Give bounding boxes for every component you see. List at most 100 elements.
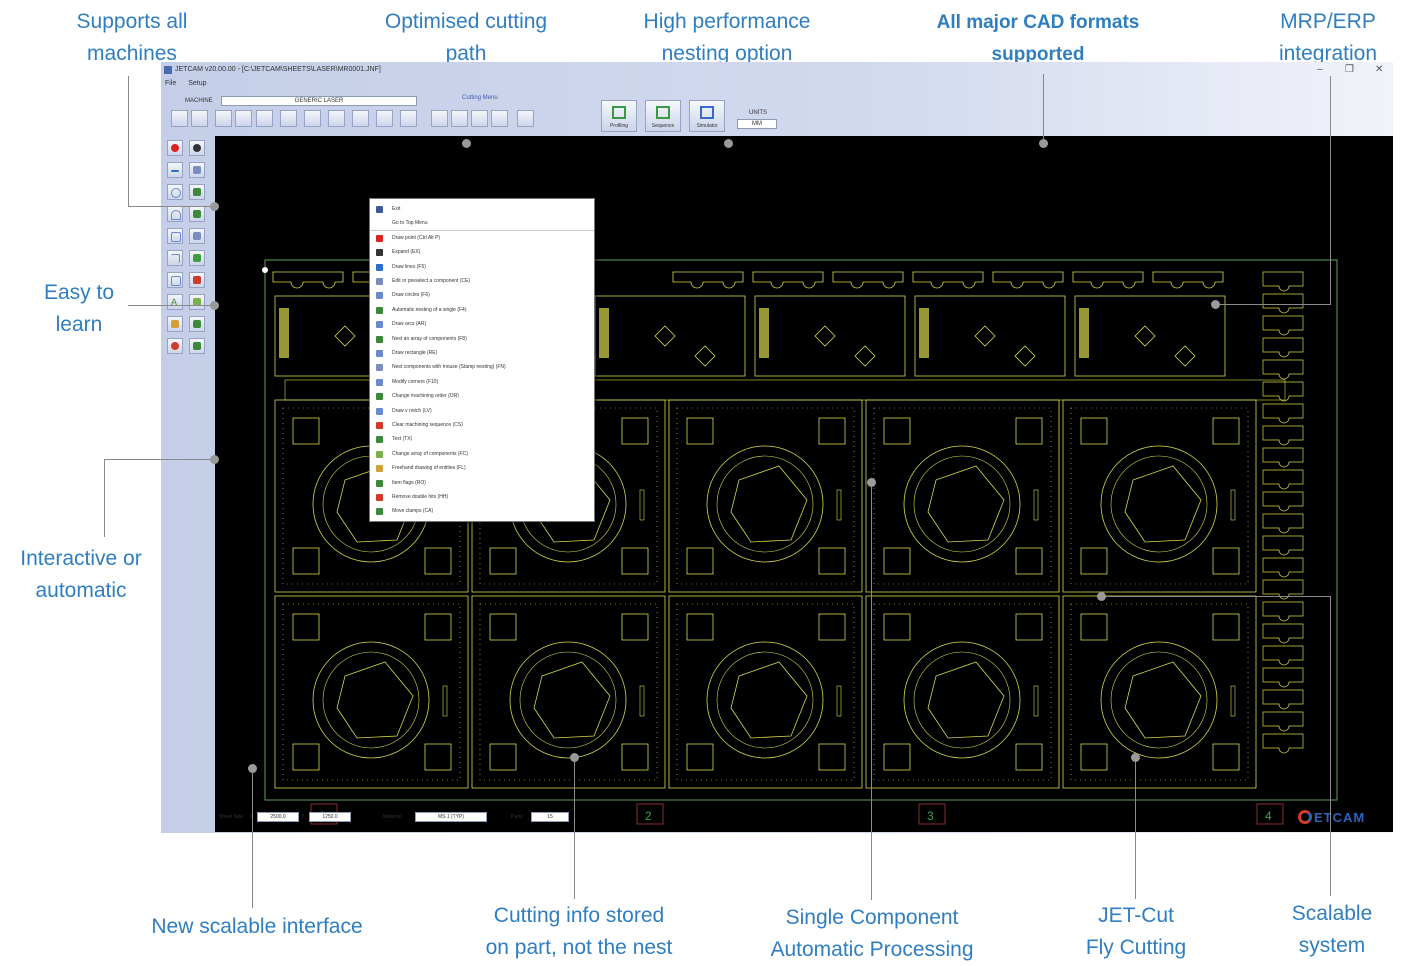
auto-nest-icon[interactable] <box>189 184 205 200</box>
origin-marker <box>262 267 268 273</box>
simulator-button[interactable]: Simulator <box>689 100 725 132</box>
context-menu-item[interactable]: Freehand drawing of entities (FL) <box>370 462 594 475</box>
context-menu-item[interactable]: Remove double hits (HH) <box>370 491 594 504</box>
corner-tool-icon[interactable] <box>167 250 183 266</box>
minimize-icon[interactable]: – <box>1317 64 1323 75</box>
remove-hits-icon[interactable] <box>167 338 183 354</box>
leader-line <box>104 459 214 460</box>
context-menu-item[interactable]: Clear machining sequence (CS) <box>370 419 594 432</box>
clear-icon <box>376 422 383 429</box>
array-tool-icon[interactable] <box>451 110 468 127</box>
database-icon[interactable] <box>376 110 393 127</box>
context-menu-item[interactable]: Move clamps (CA) <box>370 505 594 518</box>
table-tool-icon[interactable] <box>491 110 508 127</box>
sequence-button[interactable]: Sequence <box>645 100 681 132</box>
context-menu-item[interactable]: Go to Top Menu <box>370 217 594 232</box>
context-menu-item[interactable]: Draw rectangle (RE) <box>370 347 594 360</box>
sheet-x-field[interactable]: 2500.0 <box>257 812 299 822</box>
machining-order-icon[interactable] <box>189 250 205 266</box>
profiling-button[interactable]: Profiling <box>601 100 637 132</box>
context-menu-item[interactable]: Edit or preselect a component (CE) <box>370 275 594 288</box>
part-polygon <box>336 661 414 739</box>
context-menu-item[interactable]: Text (TX) <box>370 433 594 446</box>
leader-dot <box>210 301 219 310</box>
context-menu-item[interactable]: Nest an array of components (F8) <box>370 333 594 346</box>
exit-icon[interactable] <box>171 110 188 127</box>
v-notch-icon[interactable] <box>167 272 183 288</box>
part-inner-circle <box>519 651 617 749</box>
bomb-icon[interactable] <box>189 140 205 156</box>
back-arrow-icon[interactable] <box>235 110 252 127</box>
circle-tool-icon[interactable] <box>167 184 183 200</box>
top-strip-part <box>752 271 824 289</box>
menu-setup[interactable]: Setup <box>188 80 206 87</box>
print-icon[interactable] <box>280 110 297 127</box>
flag-icon[interactable] <box>189 316 205 332</box>
sequence-tool-icon[interactable] <box>517 110 534 127</box>
nest-tool-icon[interactable] <box>431 110 448 127</box>
corner-square <box>686 417 714 445</box>
context-menu-item[interactable]: Change array of components (FC) <box>370 448 594 461</box>
context-menu-item[interactable]: Item flags (RO) <box>370 477 594 490</box>
context-menu-item[interactable]: Nest components with mouse (Stamp nestin… <box>370 361 594 374</box>
clear-sequence-icon[interactable] <box>189 272 205 288</box>
menu-file[interactable]: File <box>165 80 176 87</box>
top-strip-part <box>272 271 344 289</box>
grid-tool-icon[interactable] <box>471 110 488 127</box>
refresh-icon[interactable] <box>352 110 369 127</box>
clamp-icon[interactable] <box>189 338 205 354</box>
machine-field[interactable]: GENERIC LASER <box>221 96 417 106</box>
stamp-nest-icon[interactable] <box>189 228 205 244</box>
context-menu-item[interactable]: Exit <box>370 203 594 216</box>
context-menu-item[interactable]: Draw arcs (AR) <box>370 318 594 331</box>
context-menu-item[interactable]: Draw point (Ctrl Alt P) <box>370 232 594 245</box>
corner-square <box>1212 547 1240 575</box>
context-menu-item[interactable]: Draw circles (F6) <box>370 289 594 302</box>
leader-dot <box>867 478 876 487</box>
document-icon[interactable] <box>215 110 232 127</box>
rectangle-tool-icon[interactable] <box>167 228 183 244</box>
settings-icon[interactable] <box>400 110 417 127</box>
callout-line: system <box>1298 934 1366 957</box>
close-icon[interactable]: ✕ <box>1375 64 1383 75</box>
corner-square <box>1015 743 1043 771</box>
array-icon <box>376 335 383 343</box>
large-part <box>668 595 863 789</box>
leader-dot <box>724 139 733 148</box>
text-tool-icon[interactable]: A <box>167 294 183 310</box>
context-menu-item[interactable]: Automatic nesting of a single (F4) <box>370 304 594 317</box>
context-menu-item[interactable]: Draw v notch (LV) <box>370 405 594 418</box>
callout-line: automatic <box>35 579 127 602</box>
arc-icon <box>376 321 383 329</box>
sheet-y-field[interactable]: 1250.0 <box>309 812 351 822</box>
globe-icon[interactable] <box>328 110 345 127</box>
nest-array-icon[interactable] <box>189 206 205 222</box>
cutting-menu-label: Cutting Menu <box>462 95 498 101</box>
profiling-icon <box>612 106 626 119</box>
callout-line: Fly Cutting <box>1085 936 1187 959</box>
folder-icon[interactable] <box>304 110 321 127</box>
context-menu-item[interactable]: Draw lines (F5) <box>370 261 594 274</box>
sequence-label: Sequence <box>651 123 675 129</box>
top-strip-part <box>672 271 744 289</box>
logo-swirl-icon <box>1298 810 1312 824</box>
context-menu-item[interactable]: Change machining order (OR) <box>370 390 594 403</box>
corner-square <box>489 743 517 771</box>
point-tool-icon[interactable] <box>167 140 183 156</box>
units-field[interactable]: MM <box>737 119 777 129</box>
parts-field[interactable]: 15 <box>531 812 569 822</box>
edit-tool-icon[interactable] <box>189 162 205 178</box>
change-array-icon[interactable] <box>189 294 205 310</box>
line-tool-icon[interactable] <box>167 162 183 178</box>
callout-line: Scalable <box>1291 902 1373 925</box>
zoom-icon[interactable] <box>191 110 208 127</box>
save-icon[interactable] <box>256 110 273 127</box>
clip-part <box>1262 469 1304 490</box>
material-field[interactable]: MS 1 (TYP) <box>415 812 487 822</box>
context-menu-item[interactable]: Modify corners (F10) <box>370 376 594 389</box>
arc-tool-icon[interactable] <box>167 206 183 222</box>
callout-line: MRP/ERP <box>1280 10 1376 33</box>
context-menu-item[interactable]: Expand (EX) <box>370 246 594 259</box>
restore-icon[interactable]: ❐ <box>1345 64 1354 75</box>
freehand-icon[interactable] <box>167 316 183 332</box>
